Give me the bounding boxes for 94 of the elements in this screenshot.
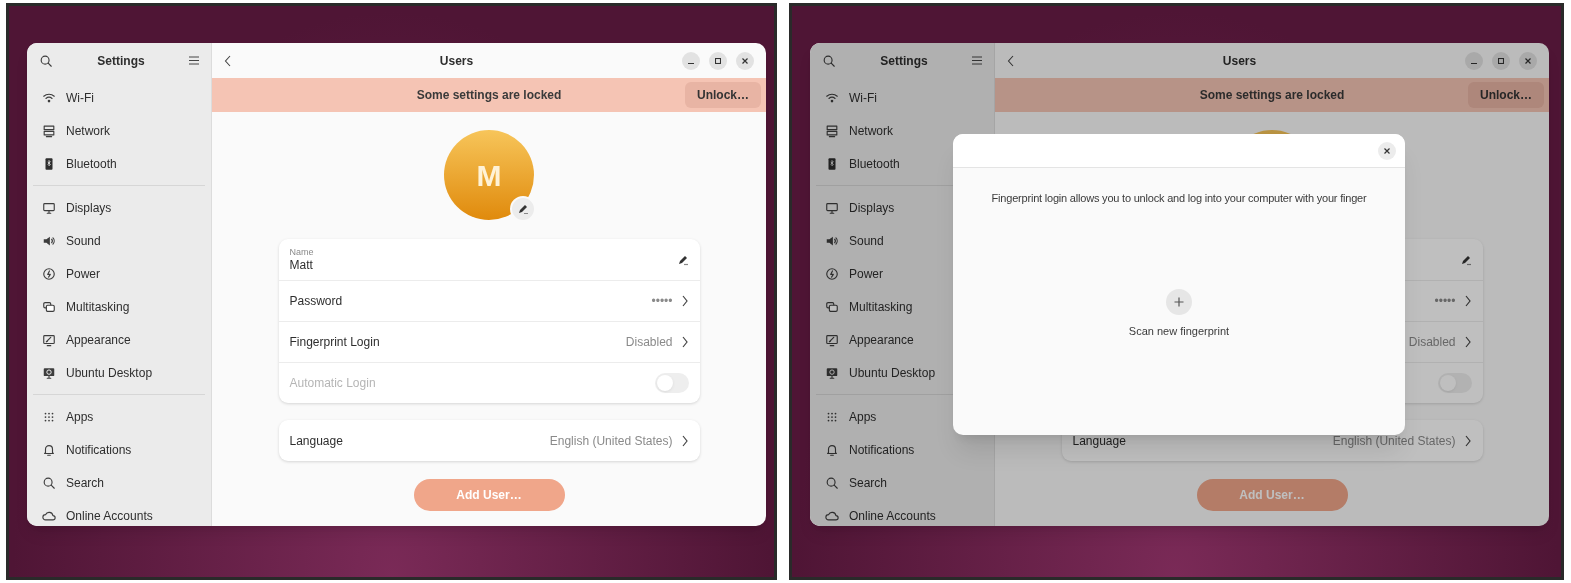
sidebar-item[interactable]: Bluetooth (33, 147, 205, 180)
search-icon (42, 475, 56, 490)
pencil-icon (676, 253, 689, 266)
sidebar-item[interactable]: Ubuntu Desktop (816, 356, 988, 389)
power-icon (825, 266, 839, 281)
sidebar-item[interactable]: Sound (33, 224, 205, 257)
close-icon (742, 57, 748, 64)
sidebar-item[interactable]: Wi-Fi (816, 81, 988, 114)
window-title: Users (438, 52, 475, 70)
row-label: Automatic Login (289, 375, 377, 392)
settings-row[interactable]: Fingerprint Login Disabled (278, 321, 700, 362)
sidebar-title: Settings (880, 52, 928, 70)
monitor-icon (42, 200, 56, 215)
sidebar-item[interactable]: Notifications (33, 433, 205, 466)
close-button[interactable] (1378, 141, 1396, 160)
sidebar-item[interactable]: Multitasking (816, 290, 988, 323)
sidebar-item[interactable]: Online Accounts (33, 499, 205, 526)
desktop-icon (42, 365, 56, 380)
sidebar-item[interactable]: Multitasking (33, 290, 205, 323)
monitor-brush-icon (42, 332, 56, 347)
field-caption: Name (289, 246, 315, 258)
search-icon (39, 53, 53, 68)
monitor-icon (825, 200, 839, 215)
search-button[interactable] (39, 53, 53, 68)
sidebar-item[interactable]: Appearance (816, 323, 988, 356)
chevron-right-icon (680, 336, 689, 348)
sidebar-item[interactable]: Network (816, 114, 988, 147)
sidebar-item[interactable]: Power (816, 257, 988, 290)
pencil-icon (517, 203, 529, 215)
sidebar-item[interactable]: Displays (33, 191, 205, 224)
sidebar-item[interactable]: Apps (33, 400, 205, 433)
edit-name-button[interactable] (676, 253, 689, 266)
sidebar-item[interactable]: Power (33, 257, 205, 290)
sidebar-item[interactable]: Search (816, 466, 988, 499)
search-icon (825, 475, 839, 490)
search-button[interactable] (822, 53, 836, 68)
chevron-right-icon (1463, 295, 1472, 307)
unlock-button[interactable]: Unlock… (685, 82, 761, 108)
windows-icon (825, 299, 839, 314)
settings-row[interactable]: Language English (United States) (1061, 420, 1483, 461)
sidebar-item[interactable]: Ubuntu Desktop (33, 356, 205, 389)
sidebar-item[interactable]: Notifications (816, 433, 988, 466)
sidebar-item[interactable]: Apps (816, 400, 988, 433)
chevron-right-icon (680, 295, 689, 307)
pencil-icon (1459, 253, 1472, 266)
sidebar-item[interactable]: Network (33, 114, 205, 147)
edit-name-button[interactable] (1459, 253, 1472, 266)
network-icon (42, 123, 56, 138)
close-button[interactable] (1519, 51, 1537, 70)
close-button[interactable] (736, 51, 754, 70)
sidebar-item[interactable]: Sound (816, 224, 988, 257)
chevron-right-icon (1463, 434, 1472, 447)
sidebar-title: Settings (97, 52, 145, 70)
close-icon (1525, 57, 1531, 64)
dialog-description: Fingerprint login allows you to unlock and log into your computer with your finger (991, 191, 1367, 206)
monitor-brush-icon (825, 332, 839, 347)
power-icon (42, 266, 56, 281)
banner-text: Some settings are locked (1199, 87, 1345, 104)
sidebar-item[interactable]: Appearance (33, 323, 205, 356)
bell-icon (825, 442, 839, 457)
sidebar-item[interactable]: Online Accounts (816, 499, 988, 526)
back-button[interactable] (224, 54, 231, 67)
close-icon (1384, 147, 1390, 154)
desktop-icon (825, 365, 839, 380)
menu-button[interactable] (189, 56, 199, 65)
sidebar-item[interactable]: Bluetooth (816, 147, 988, 180)
windows-icon (42, 299, 56, 314)
search-icon (822, 53, 836, 68)
menu-icon (972, 56, 982, 65)
sidebar-item[interactable]: Displays (816, 191, 988, 224)
maximize-icon (1498, 57, 1504, 64)
banner-text: Some settings are locked (416, 87, 562, 104)
sidebar-item[interactable]: Search (33, 466, 205, 499)
network-icon (825, 123, 839, 138)
maximize-button[interactable] (1492, 51, 1510, 70)
menu-icon (189, 56, 199, 65)
name-value: Matt (289, 257, 314, 273)
bell-icon (42, 442, 56, 457)
scan-fingerprint-button[interactable]: Scan new fingerprint (1128, 288, 1230, 339)
maximize-icon (715, 57, 721, 64)
chevron-left-icon (224, 54, 231, 67)
sidebar-item[interactable]: Wi-Fi (33, 81, 205, 114)
maximize-button[interactable] (709, 51, 727, 70)
chevron-left-icon (1007, 54, 1014, 67)
settings-row[interactable]: Password ••••• (278, 280, 700, 321)
avatar-initial: M (476, 157, 502, 194)
settings-row[interactable]: Language English (United States) (278, 420, 700, 461)
plus-icon (1166, 288, 1192, 315)
menu-button[interactable] (972, 56, 982, 65)
unlock-button[interactable]: Unlock… (1468, 82, 1544, 108)
window-title: Users (1221, 52, 1258, 70)
back-button[interactable] (1007, 54, 1014, 67)
chevron-right-icon (680, 434, 689, 447)
chevron-right-icon (1463, 336, 1472, 348)
